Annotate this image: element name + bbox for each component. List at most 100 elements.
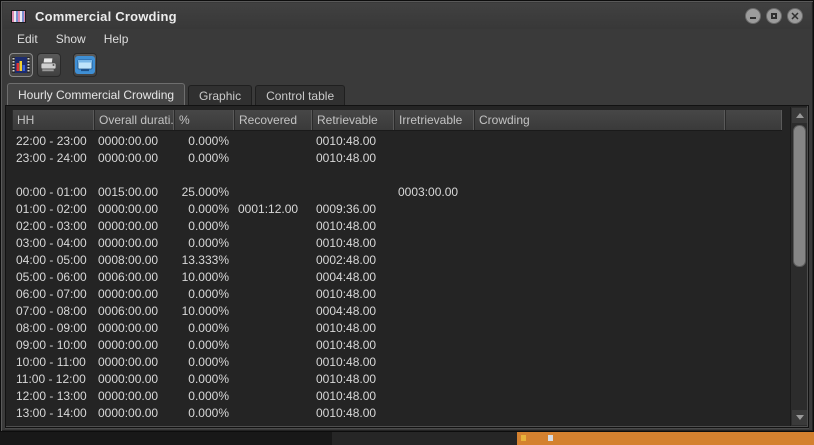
desktop: Commercial Crowding Edit Show Help [0, 0, 814, 445]
table-row[interactable] [12, 166, 785, 183]
column-header-irretrievable[interactable]: Irretrievable [394, 110, 474, 130]
tab-graphic[interactable]: Graphic [188, 85, 252, 105]
table-row[interactable]: 03:00 - 04:00 0000:00.00 0.000% 0010:48.… [12, 234, 785, 251]
cell-retrievable: 0004:48.00 [312, 304, 394, 318]
cell-retrievable: 0010:48.00 [312, 355, 394, 369]
table-row[interactable]: 05:00 - 06:00 0006:00.00 10.000% 0004:48… [12, 268, 785, 285]
cell-percent: 0.000% [174, 321, 234, 335]
cell-hh: 05:00 - 06:00 [12, 270, 94, 284]
table-row[interactable]: 06:00 - 07:00 0000:00.00 0.000% 0010:48.… [12, 285, 785, 302]
table-row[interactable]: 00:00 - 01:00 0015:00.00 25.000% 0003:00… [12, 183, 785, 200]
cell-hh: 00:00 - 01:00 [12, 185, 94, 199]
cell-hh: 11:00 - 12:00 [12, 372, 94, 386]
cell-retrievable: 0010:48.00 [312, 287, 394, 301]
menu-help[interactable]: Help [96, 30, 137, 48]
cell-percent: 0.000% [174, 372, 234, 386]
cell-hh: 12:00 - 13:00 [12, 389, 94, 403]
window-view-button[interactable] [73, 53, 97, 77]
cell-overall-duration: 0006:00.00 [94, 270, 174, 284]
scroll-up-button[interactable] [792, 108, 807, 123]
cell-hh: 07:00 - 08:00 [12, 304, 94, 318]
cell-irretrievable: 0003:00.00 [394, 185, 474, 199]
cell-retrievable: 0010:48.00 [312, 406, 394, 420]
tab-hourly-commercial-crowding[interactable]: Hourly Commercial Crowding [7, 83, 185, 105]
maximize-button[interactable] [766, 8, 782, 24]
table-row[interactable]: 12:00 - 13:00 0000:00.00 0.000% 0010:48.… [12, 387, 785, 404]
table-row[interactable]: 11:00 - 12:00 0000:00.00 0.000% 0010:48.… [12, 370, 785, 387]
minimize-button[interactable] [745, 8, 761, 24]
tabbar: Hourly Commercial Crowding Graphic Contr… [7, 83, 807, 105]
cell-overall-duration: 0000:00.00 [94, 202, 174, 216]
table-row[interactable]: 14:00 - 15:00 0000:00.00 0.000% 0010:48.… [12, 421, 785, 425]
table-row[interactable]: 10:00 - 11:00 0000:00.00 0.000% 0010:48.… [12, 353, 785, 370]
cell-hh: 02:00 - 03:00 [12, 219, 94, 233]
column-header-hh[interactable]: HH [12, 110, 94, 130]
table-row[interactable]: 01:00 - 02:00 0000:00.00 0.000% 0001:12.… [12, 200, 785, 217]
printer-icon [40, 57, 58, 73]
cell-hh: 09:00 - 10:00 [12, 338, 94, 352]
close-button[interactable] [787, 8, 803, 24]
cell-hh: 04:00 - 05:00 [12, 253, 94, 267]
vertical-scrollbar[interactable] [790, 107, 807, 426]
cell-overall-duration: 0015:00.00 [94, 185, 174, 199]
window-title: Commercial Crowding [35, 9, 177, 24]
cell-overall-duration: 0000:00.00 [94, 423, 174, 426]
cell-retrievable: 0010:48.00 [312, 389, 394, 403]
column-header-empty[interactable] [725, 110, 782, 130]
cell-percent: 0.000% [174, 423, 234, 426]
scroll-down-button[interactable] [792, 410, 807, 425]
cell-percent: 0.000% [174, 134, 234, 148]
background-window-strip-orange [517, 432, 814, 445]
cell-retrievable: 0004:48.00 [312, 270, 394, 284]
cell-percent: 0.000% [174, 355, 234, 369]
cell-hh: 13:00 - 14:00 [12, 406, 94, 420]
table-row[interactable]: 13:00 - 14:00 0000:00.00 0.000% 0010:48.… [12, 404, 785, 421]
app-icon [11, 10, 26, 23]
table-row[interactable]: 07:00 - 08:00 0006:00.00 10.000% 0004:48… [12, 302, 785, 319]
titlebar[interactable]: Commercial Crowding [3, 3, 811, 29]
arrow-down-icon [796, 415, 804, 420]
column-header-crowding[interactable]: Crowding [474, 110, 725, 130]
cell-overall-duration: 0000:00.00 [94, 338, 174, 352]
table-row[interactable]: 08:00 - 09:00 0000:00.00 0.000% 0010:48.… [12, 319, 785, 336]
column-header-percent[interactable]: % [174, 110, 234, 130]
window-controls [745, 8, 803, 24]
cell-retrievable: 0010:48.00 [312, 321, 394, 335]
cell-overall-duration: 0000:00.00 [94, 236, 174, 250]
menu-edit[interactable]: Edit [9, 30, 46, 48]
cell-percent: 13.333% [174, 253, 234, 267]
scrollbar-thumb[interactable] [793, 125, 806, 267]
column-header-overall-duration[interactable]: Overall durati... [94, 110, 174, 130]
menu-show[interactable]: Show [48, 30, 94, 48]
cell-overall-duration: 0000:00.00 [94, 406, 174, 420]
table-row[interactable]: 02:00 - 03:00 0000:00.00 0.000% 0010:48.… [12, 217, 785, 234]
cell-percent: 25.000% [174, 185, 234, 199]
column-header-retrievable[interactable]: Retrievable [312, 110, 394, 130]
cell-hh: 01:00 - 02:00 [12, 202, 94, 216]
cell-overall-duration: 0000:00.00 [94, 389, 174, 403]
cell-retrievable: 0010:48.00 [312, 338, 394, 352]
cell-overall-duration: 0000:00.00 [94, 287, 174, 301]
cell-retrievable: 0010:48.00 [312, 423, 394, 426]
cell-percent: 0.000% [174, 406, 234, 420]
tab-control-table[interactable]: Control table [255, 85, 345, 105]
cell-overall-duration: 0008:00.00 [94, 253, 174, 267]
cell-overall-duration: 0000:00.00 [94, 219, 174, 233]
cell-hh: 22:00 - 23:00 [12, 134, 94, 148]
column-header-recovered[interactable]: Recovered [234, 110, 312, 130]
table-row[interactable]: 23:00 - 24:00 0000:00.00 0.000% 0010:48.… [12, 149, 785, 166]
cell-overall-duration: 0000:00.00 [94, 151, 174, 165]
cell-overall-duration: 0000:00.00 [94, 321, 174, 335]
arrow-up-icon [796, 113, 804, 118]
table-row[interactable]: 09:00 - 10:00 0000:00.00 0.000% 0010:48.… [12, 336, 785, 353]
hourly-crowding-view-button[interactable] [9, 53, 33, 77]
cell-hh: 08:00 - 09:00 [12, 321, 94, 335]
cell-retrievable: 0010:48.00 [312, 151, 394, 165]
cell-overall-duration: 0006:00.00 [94, 304, 174, 318]
cell-overall-duration: 0000:00.00 [94, 134, 174, 148]
menubar: Edit Show Help [3, 29, 811, 49]
cell-retrievable: 0002:48.00 [312, 253, 394, 267]
table-row[interactable]: 04:00 - 05:00 0008:00.00 13.333% 0002:48… [12, 251, 785, 268]
print-button[interactable] [37, 53, 61, 77]
table-row[interactable]: 22:00 - 23:00 0000:00.00 0.000% 0010:48.… [12, 132, 785, 149]
